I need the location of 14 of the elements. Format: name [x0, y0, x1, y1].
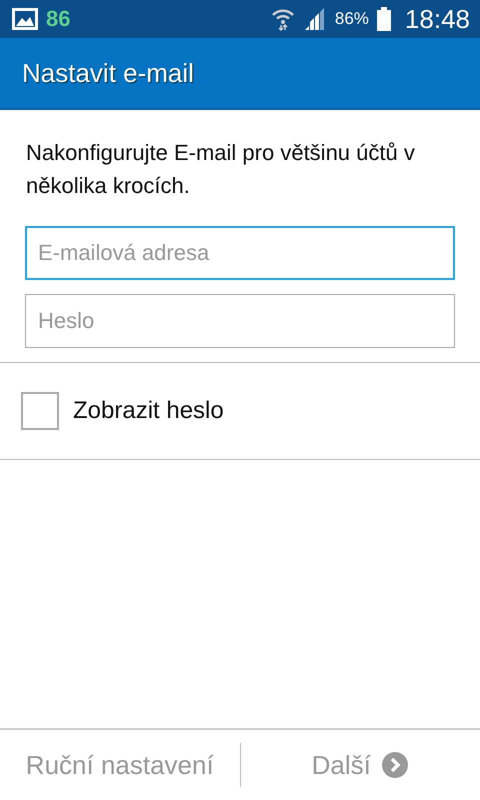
notification-count: 86: [46, 6, 70, 32]
intro-text: Nakonfigurujte E-mail pro většinu účtů v několika krocích.: [26, 139, 416, 200]
battery-percent: 86%: [334, 9, 369, 29]
picture-icon: [12, 8, 38, 30]
input-field[interactable]: E-mailová adresa: [25, 226, 455, 280]
screen-title: Nastavit e-mail: [22, 58, 194, 88]
show-password-label: Zobrazit heslo: [73, 397, 224, 425]
wifi-icon: [270, 7, 295, 31]
battery-icon: [376, 7, 391, 31]
show-password-checkbox[interactable]: [21, 392, 59, 430]
chevron-right-icon: [380, 751, 409, 779]
clock: 18:48: [404, 4, 470, 34]
signal-icon: [302, 7, 327, 31]
input-field[interactable]: Heslo: [25, 294, 455, 348]
